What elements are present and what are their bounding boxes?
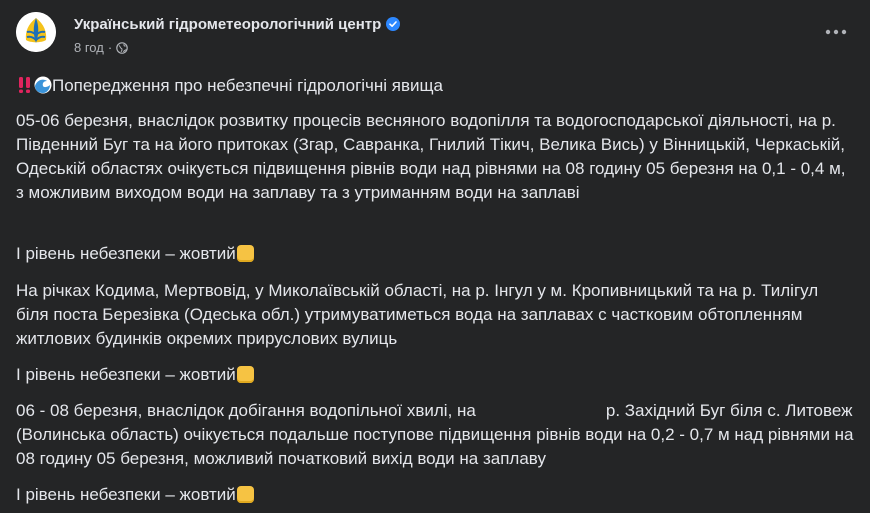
post-title: Попередження про небезпечні гідрологічні…	[52, 76, 443, 95]
globe-icon[interactable]	[116, 42, 128, 57]
page-name[interactable]: Український гідрометеорологічний центр	[74, 16, 381, 33]
danger-level-line-1: І рівень небезпеки – жовтий	[16, 242, 254, 266]
post-title-line: Попередження про небезпечні гідрологічні…	[16, 74, 443, 101]
paragraph-2: На річках Кодима, Мертвовід, у Миколаївс…	[16, 281, 819, 348]
meta-separator: ·	[107, 40, 113, 55]
more-options-icon[interactable]	[818, 20, 854, 44]
post-time[interactable]: 8 год	[74, 40, 104, 55]
double-exclamation-icon	[16, 76, 34, 101]
danger-level-text: І рівень небезпеки – жовтий	[16, 244, 236, 263]
danger-level-text: І рівень небезпеки – жовтий	[16, 365, 236, 384]
danger-level-line-3: І рівень небезпеки – жовтий	[16, 483, 254, 507]
paragraph-3: 06 - 08 березня, внаслідок добігання вод…	[16, 399, 854, 471]
verified-badge-icon	[386, 17, 401, 35]
page-name-row: Український гідрометеорологічний центр	[74, 16, 401, 35]
water-wave-icon	[34, 76, 52, 101]
yellow-square-icon	[236, 366, 254, 383]
danger-level-text: І рівень небезпеки – жовтий	[16, 485, 236, 504]
paragraph-1: 05-06 березня, внаслідок розвитку процес…	[16, 111, 846, 202]
yellow-square-icon	[236, 245, 254, 262]
paragraph-3-start: 06 - 08 березня, внаслідок добігання вод…	[16, 401, 476, 420]
facebook-post: Український гідрометеорологічний центр 8…	[0, 0, 870, 513]
danger-level-line-2: І рівень небезпеки – жовтий	[16, 363, 254, 387]
post-meta: 8 год ·	[74, 40, 128, 57]
avatar[interactable]	[16, 12, 56, 52]
post-header: Український гідрометеорологічний центр 8…	[16, 12, 854, 58]
yellow-square-icon	[236, 486, 254, 503]
